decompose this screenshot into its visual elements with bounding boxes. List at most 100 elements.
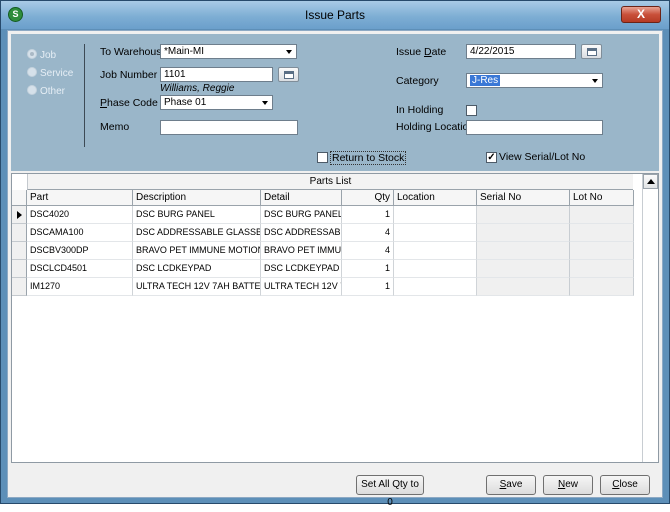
row-selector[interactable] [12, 206, 27, 224]
cell-detail[interactable]: BRAVO PET IMMUNE [261, 242, 342, 260]
cell-qty[interactable]: 1 [342, 278, 394, 296]
radio-service[interactable]: Service [27, 67, 73, 81]
radio-other-dot [27, 85, 37, 95]
close-button[interactable]: Close [600, 475, 650, 495]
cell-description[interactable]: BRAVO PET IMMUNE MOTION [133, 242, 261, 260]
cell-description[interactable]: DSC ADDRESSABLE GLASSBREAK [133, 224, 261, 242]
cell-serial-no[interactable] [477, 224, 570, 242]
cell-detail[interactable]: DSC BURG PANEL [261, 206, 342, 224]
cell-qty[interactable]: 4 [342, 224, 394, 242]
parts-list-grid[interactable]: Parts List Part Description Detail Qty L… [11, 173, 659, 463]
phase-code-label-rest: hase Code [107, 97, 158, 109]
column-header-lot-no[interactable]: Lot No [570, 190, 634, 206]
cell-serial-no[interactable] [477, 242, 570, 260]
cell-lot-no[interactable] [570, 224, 634, 242]
vertical-scrollbar[interactable] [642, 174, 658, 462]
set-all-qty-button[interactable]: Set All Qty to 0 [356, 475, 424, 508]
phase-code-select[interactable]: Phase 01 [160, 95, 273, 110]
issue-parts-window: S Issue Parts X Job Service Other To War… [0, 0, 670, 508]
row-selector[interactable] [12, 278, 27, 296]
cell-lot-no[interactable] [570, 278, 634, 296]
job-number-input[interactable]: 1101 [160, 67, 273, 82]
cell-serial-no[interactable] [477, 278, 570, 296]
to-warehouse-select[interactable]: *Main-MI [160, 44, 297, 59]
radio-job-label: Job [40, 50, 57, 61]
cell-qty[interactable]: 1 [342, 260, 394, 278]
issue-date-input[interactable]: 4/22/2015 [466, 44, 576, 59]
in-holding-checkbox[interactable] [466, 105, 477, 116]
cell-detail[interactable]: DSC ADDRESSABLE G [261, 224, 342, 242]
return-to-stock-label[interactable]: Return to Stock [330, 151, 407, 165]
issue-date-label: Issue Date [396, 46, 446, 58]
issue-date-label-start: Issue [396, 46, 425, 58]
memo-label: Memo [100, 121, 130, 133]
radio-other-label: Other [40, 86, 66, 97]
cell-description[interactable]: DSC LCDKEYPAD [133, 260, 261, 278]
save-button[interactable]: Save [486, 475, 536, 495]
cell-location[interactable] [394, 260, 477, 278]
radio-service-dot [27, 67, 37, 77]
chevron-down-icon[interactable] [260, 97, 271, 108]
memo-input[interactable] [160, 120, 298, 135]
job-number-label: Job Number [100, 69, 158, 81]
job-lookup-button[interactable] [278, 67, 299, 82]
cell-qty[interactable]: 1 [342, 206, 394, 224]
to-warehouse-value: *Main-MI [164, 46, 205, 57]
view-serial-label[interactable]: View Serial/Lot No [499, 151, 585, 163]
radio-job-dot [27, 49, 37, 59]
to-warehouse-label: To Warehouse [100, 46, 168, 58]
row-selector[interactable] [12, 242, 27, 260]
column-header-qty[interactable]: Qty [342, 190, 394, 206]
calendar-icon [587, 48, 597, 56]
view-serial-checkbox[interactable]: ✓ [486, 152, 497, 163]
cell-qty[interactable]: 4 [342, 242, 394, 260]
holding-location-input[interactable] [466, 120, 603, 135]
new-button-rest: ew [565, 479, 579, 490]
scroll-up-icon[interactable] [643, 174, 658, 189]
row-selector[interactable] [12, 260, 27, 278]
job-number-value: 1101 [164, 69, 186, 80]
cell-part[interactable]: DSC4020 [27, 206, 133, 224]
cell-part[interactable]: DSCLCD4501 [27, 260, 133, 278]
cell-location[interactable] [394, 242, 477, 260]
cell-serial-no[interactable] [477, 260, 570, 278]
radio-job[interactable]: Job [27, 49, 56, 63]
column-header-serial-no[interactable]: Serial No [477, 190, 570, 206]
lookup-icon [284, 71, 294, 79]
cell-lot-no[interactable] [570, 206, 634, 224]
cell-description[interactable]: DSC BURG PANEL [133, 206, 261, 224]
window-close-button[interactable]: X [621, 6, 661, 23]
cell-description[interactable]: ULTRA TECH 12V 7AH BATTERY [133, 278, 261, 296]
chevron-down-icon[interactable] [590, 75, 601, 86]
cell-location[interactable] [394, 224, 477, 242]
close-button-rest: lose [619, 479, 638, 490]
radio-other[interactable]: Other [27, 85, 65, 99]
chevron-down-icon[interactable] [284, 46, 295, 57]
vertical-divider [84, 44, 85, 147]
column-header-detail[interactable]: Detail [261, 190, 342, 206]
cell-location[interactable] [394, 278, 477, 296]
calendar-button[interactable] [581, 44, 602, 59]
cell-lot-no[interactable] [570, 260, 634, 278]
column-header-part[interactable]: Part [27, 190, 133, 206]
cell-detail[interactable]: ULTRA TECH 12V 7A [261, 278, 342, 296]
column-header-location[interactable]: Location [394, 190, 477, 206]
current-row-arrow-icon [17, 211, 22, 219]
row-selector[interactable] [12, 224, 27, 242]
column-header-description[interactable]: Description [133, 190, 261, 206]
cell-part[interactable]: DSCAMA100 [27, 224, 133, 242]
cell-location[interactable] [394, 206, 477, 224]
new-button[interactable]: New [543, 475, 593, 495]
cell-lot-no[interactable] [570, 242, 634, 260]
save-button-rest: ave [506, 479, 523, 490]
category-value: J-Res [470, 75, 501, 86]
phase-code-label: Phase Code [100, 97, 158, 109]
header-panel: Job Service Other To Warehouse *Main-MI … [11, 34, 659, 171]
cell-part[interactable]: DSCBV300DP [27, 242, 133, 260]
cell-serial-no[interactable] [477, 206, 570, 224]
return-to-stock-checkbox[interactable] [317, 152, 328, 163]
radio-service-label: Service [40, 68, 74, 79]
cell-part[interactable]: IM1270 [27, 278, 133, 296]
category-select[interactable]: J-Res [466, 73, 603, 88]
cell-detail[interactable]: DSC LCDKEYPAD [261, 260, 342, 278]
